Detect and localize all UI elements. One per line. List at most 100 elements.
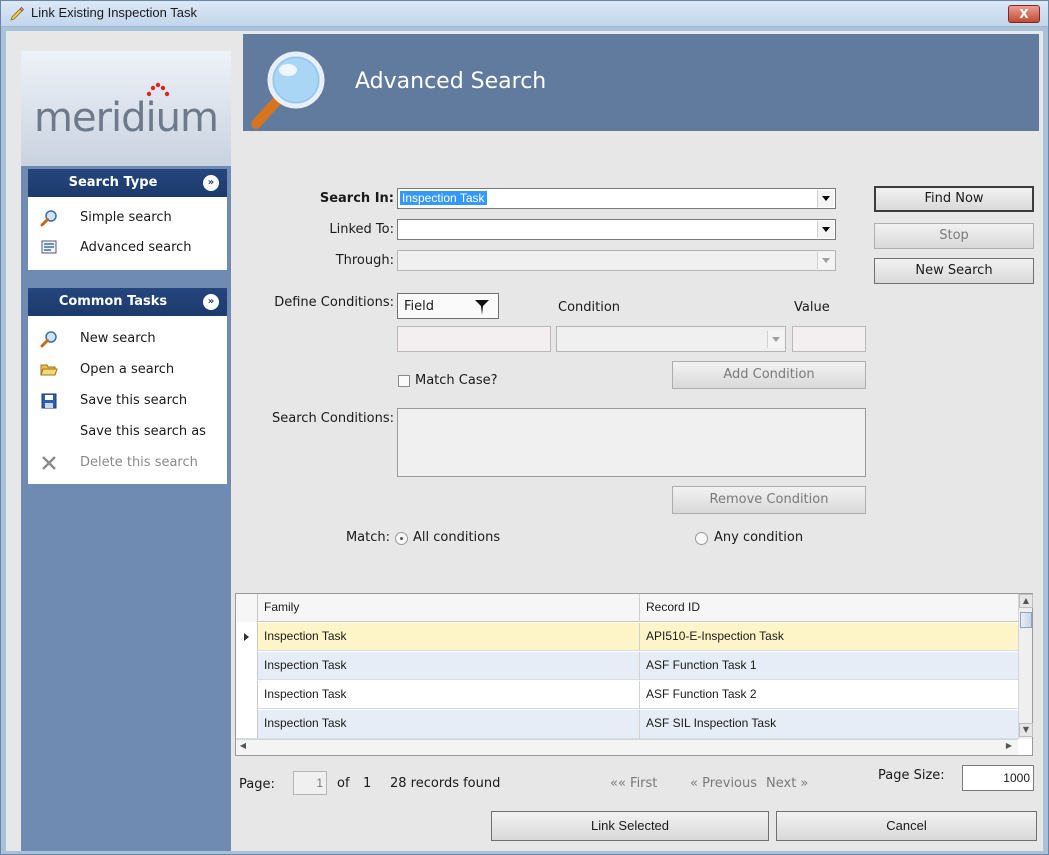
scroll-down-icon[interactable]: ▼ — [1019, 723, 1033, 737]
previous-page-link[interactable]: « Previous — [690, 776, 757, 791]
open-search-label: Open a search — [80, 362, 175, 377]
scroll-left-icon[interactable]: ◀ — [236, 740, 250, 754]
condition-select[interactable] — [556, 326, 786, 352]
field-picker-button[interactable]: Field — [397, 293, 499, 319]
common-tasks-panel: New search Open a search Save this searc… — [28, 316, 227, 484]
search-conditions-label: Search Conditions: — [272, 411, 394, 426]
remove-condition-button[interactable]: Remove Condition — [672, 486, 866, 514]
page-size-input[interactable]: 1000 — [962, 765, 1034, 791]
save-search-as-label: Save this search as — [80, 424, 206, 439]
collapse-chevron-icon[interactable]: » — [203, 175, 219, 191]
add-condition-button[interactable]: Add Condition — [672, 361, 866, 389]
match-case-checkbox[interactable] — [398, 375, 410, 387]
advanced-search-link[interactable]: Advanced search — [40, 237, 225, 259]
table-row[interactable]: Inspection Task ASF SIL Inspection Task — [236, 710, 1018, 739]
advanced-search-icon — [41, 240, 57, 254]
field-input[interactable] — [397, 326, 551, 352]
first-page-link[interactable]: «« First — [610, 776, 657, 791]
dropdown-arrow-icon[interactable] — [817, 190, 834, 207]
any-condition-radio[interactable] — [695, 532, 708, 545]
page-title: Advanced Search — [355, 69, 547, 94]
dropdown-arrow-icon[interactable] — [817, 221, 834, 238]
dropdown-arrow-icon[interactable] — [817, 252, 834, 269]
save-search-as-link[interactable]: Save this search as — [40, 421, 225, 443]
scroll-right-icon[interactable]: ▶ — [1002, 740, 1016, 754]
stop-button[interactable]: Stop — [874, 223, 1034, 249]
window-title: Link Existing Inspection Task — [31, 5, 197, 20]
cell-record-id: ASF Function Task 1 — [646, 658, 757, 672]
cancel-button[interactable]: Cancel — [776, 811, 1037, 841]
page-number-input[interactable]: 1 — [293, 771, 327, 795]
linked-to-label: Linked To: — [329, 222, 394, 237]
total-pages: 1 — [363, 776, 372, 791]
row-selector[interactable] — [236, 623, 258, 651]
vertical-scrollbar[interactable]: ▲ ▼ — [1018, 594, 1033, 739]
save-search-link[interactable]: Save this search — [40, 390, 225, 412]
grid-header: Family Record ID — [236, 594, 1018, 622]
cell-record-id: ASF Function Task 2 — [646, 687, 757, 701]
column-header-record-id[interactable]: Record ID — [646, 600, 700, 614]
magnifier-icon — [40, 331, 57, 348]
logo: meridium — [34, 95, 219, 141]
through-select[interactable] — [397, 250, 836, 271]
any-condition-label: Any condition — [714, 530, 804, 545]
collapse-chevron-icon[interactable]: » — [203, 294, 219, 310]
search-in-value: Inspection Task — [400, 191, 487, 205]
cell-family: Inspection Task — [264, 687, 347, 701]
cell-record-id: API510-E-Inspection Task — [646, 629, 784, 643]
row-selector[interactable] — [236, 652, 258, 680]
search-conditions-list[interactable] — [397, 408, 866, 477]
delete-search-label: Delete this search — [80, 455, 198, 470]
dropdown-arrow-icon[interactable] — [767, 331, 784, 348]
cell-record-id: ASF SIL Inspection Task — [646, 716, 777, 730]
horizontal-scrollbar[interactable]: ◀ ▶ — [236, 739, 1018, 755]
value-input[interactable] — [792, 326, 866, 352]
open-search-link[interactable]: Open a search — [40, 359, 225, 381]
search-type-title: Search Type — [68, 175, 158, 190]
field-dropdown-icon — [475, 300, 489, 315]
link-selected-button[interactable]: Link Selected — [491, 811, 769, 841]
delete-search-link[interactable]: Delete this search — [40, 452, 225, 474]
close-button[interactable]: X — [1008, 5, 1040, 23]
through-label: Through: — [335, 253, 394, 268]
task-sidebar: meridium Search Type » Simple search Adv… — [21, 51, 231, 851]
linked-to-select[interactable] — [397, 219, 836, 240]
simple-search-link[interactable]: Simple search — [40, 207, 225, 229]
dialog-content: meridium Search Type » Simple search Adv… — [6, 31, 1043, 851]
common-tasks-header[interactable]: Common Tasks » — [28, 288, 227, 316]
column-header-family[interactable]: Family — [264, 600, 299, 614]
folder-open-icon — [40, 364, 58, 376]
search-type-header[interactable]: Search Type » — [28, 169, 227, 197]
cell-family: Inspection Task — [264, 658, 347, 672]
page-header-banner: Advanced Search — [243, 34, 1039, 131]
new-search-link[interactable]: New search — [40, 328, 225, 350]
link-pencil-icon — [10, 6, 25, 21]
records-found: 28 records found — [390, 776, 501, 791]
search-in-label: Search In: — [319, 191, 394, 206]
next-page-link[interactable]: Next » — [766, 776, 808, 791]
new-search-button[interactable]: New Search — [874, 258, 1034, 284]
new-search-label: New search — [80, 331, 156, 346]
find-now-button[interactable]: Find Now — [874, 186, 1034, 212]
row-selector[interactable] — [236, 710, 258, 738]
match-label: Match: — [345, 530, 390, 545]
search-in-select[interactable]: Inspection Task — [397, 188, 836, 209]
table-row[interactable]: Inspection Task ASF Function Task 2 — [236, 681, 1018, 709]
all-conditions-radio[interactable] — [395, 532, 408, 545]
all-conditions-label: All conditions — [413, 530, 501, 545]
simple-search-label: Simple search — [80, 210, 172, 225]
floppy-disk-icon — [41, 393, 57, 409]
search-type-panel: Simple search Advanced search — [28, 197, 227, 270]
page-size-label: Page Size: — [878, 768, 945, 783]
cell-family: Inspection Task — [264, 629, 347, 643]
table-row[interactable]: Inspection Task API510-E-Inspection Task — [236, 623, 1018, 651]
scroll-thumb[interactable] — [1020, 612, 1032, 628]
scroll-up-icon[interactable]: ▲ — [1019, 594, 1033, 608]
logo-area: meridium — [21, 51, 231, 166]
title-bar[interactable]: Link Existing Inspection Task X — [1, 1, 1048, 27]
condition-label: Condition — [558, 300, 621, 315]
results-grid: Family Record ID Inspection Task API510-… — [235, 593, 1033, 756]
row-selector[interactable] — [236, 681, 258, 709]
close-icon: X — [1019, 7, 1029, 21]
table-row[interactable]: Inspection Task ASF Function Task 1 — [236, 652, 1018, 680]
